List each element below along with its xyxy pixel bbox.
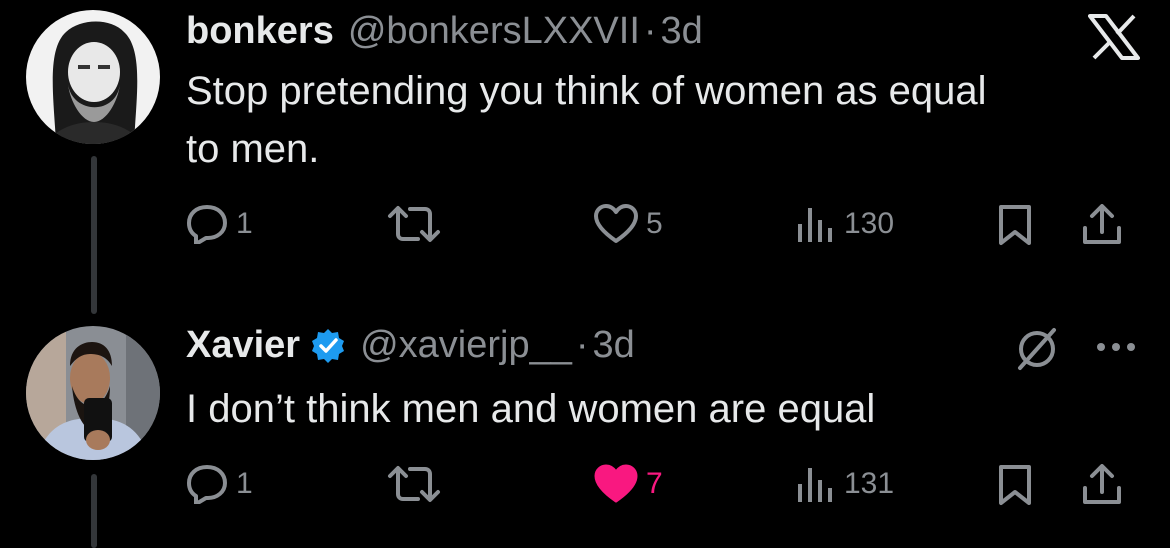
thread-line-bottom: [91, 474, 97, 548]
view-count: 131: [844, 467, 895, 500]
user-handle[interactable]: @xavierjp__: [360, 324, 572, 367]
retweet-button[interactable]: [386, 464, 442, 504]
share-icon: [1083, 204, 1121, 244]
like-button[interactable]: 7: [594, 464, 663, 504]
timestamp[interactable]: 3d: [661, 10, 703, 53]
views-icon: [798, 468, 832, 502]
share-button[interactable]: [1082, 204, 1122, 246]
tweet-header: Xavier @xavierjp__ · 3d: [186, 324, 635, 367]
reply-icon: [187, 465, 227, 504]
user-handle[interactable]: @bonkersLXXVII: [348, 10, 640, 53]
views-icon: [798, 208, 832, 242]
grok-icon[interactable]: [1014, 326, 1060, 372]
timestamp[interactable]: 3d: [593, 324, 635, 367]
more-icon[interactable]: [1094, 340, 1138, 354]
reply-count: 1: [236, 467, 253, 500]
avatar-xavier[interactable]: [26, 326, 160, 460]
tweet-text-line: I don’t think men and women are equal: [186, 387, 876, 431]
bookmark-icon: [999, 205, 1031, 245]
separator-dot: ·: [643, 10, 657, 52]
reply-button[interactable]: 1: [186, 204, 253, 244]
separator-dot: ·: [575, 324, 589, 366]
tweet-text: Stop pretending you think of women as eq…: [186, 62, 1126, 178]
thread-line-top: [91, 156, 97, 314]
reply-icon: [187, 205, 227, 244]
retweet-button[interactable]: [386, 204, 442, 244]
views-button[interactable]: 131: [796, 464, 894, 504]
view-count: 130: [844, 207, 895, 240]
reply-count: 1: [236, 207, 253, 240]
like-button[interactable]: 5: [594, 204, 663, 244]
reply-button[interactable]: 1: [186, 464, 253, 504]
tweet-actions: 1 7 131: [186, 464, 1146, 512]
views-button[interactable]: 130: [796, 204, 894, 244]
verified-badge-icon: [310, 328, 346, 364]
retweet-icon: [388, 206, 440, 242]
like-count: 5: [646, 207, 663, 240]
like-count: 7: [646, 467, 663, 500]
bookmark-button[interactable]: [998, 204, 1032, 246]
share-button[interactable]: [1082, 464, 1122, 506]
tweet-text-line: to men.: [186, 127, 320, 171]
bookmark-button[interactable]: [998, 464, 1032, 506]
tweet-text-line: Stop pretending you think of women as eq…: [186, 69, 987, 113]
tweet-actions: 1 5 130: [186, 204, 1146, 252]
heart-filled-icon: [594, 464, 638, 503]
display-name[interactable]: Xavier: [186, 324, 300, 367]
share-icon: [1083, 464, 1121, 504]
tweet-header: bonkers @bonkersLXXVII · 3d: [186, 10, 703, 53]
x-logo-icon[interactable]: [1088, 14, 1140, 60]
avatar-bonkers[interactable]: [26, 10, 160, 144]
heart-outline-icon: [594, 204, 638, 243]
bookmark-icon: [999, 465, 1031, 505]
display-name[interactable]: bonkers: [186, 10, 334, 53]
retweet-icon: [388, 466, 440, 502]
tweet-text: I don’t think men and women are equal: [186, 380, 1126, 438]
